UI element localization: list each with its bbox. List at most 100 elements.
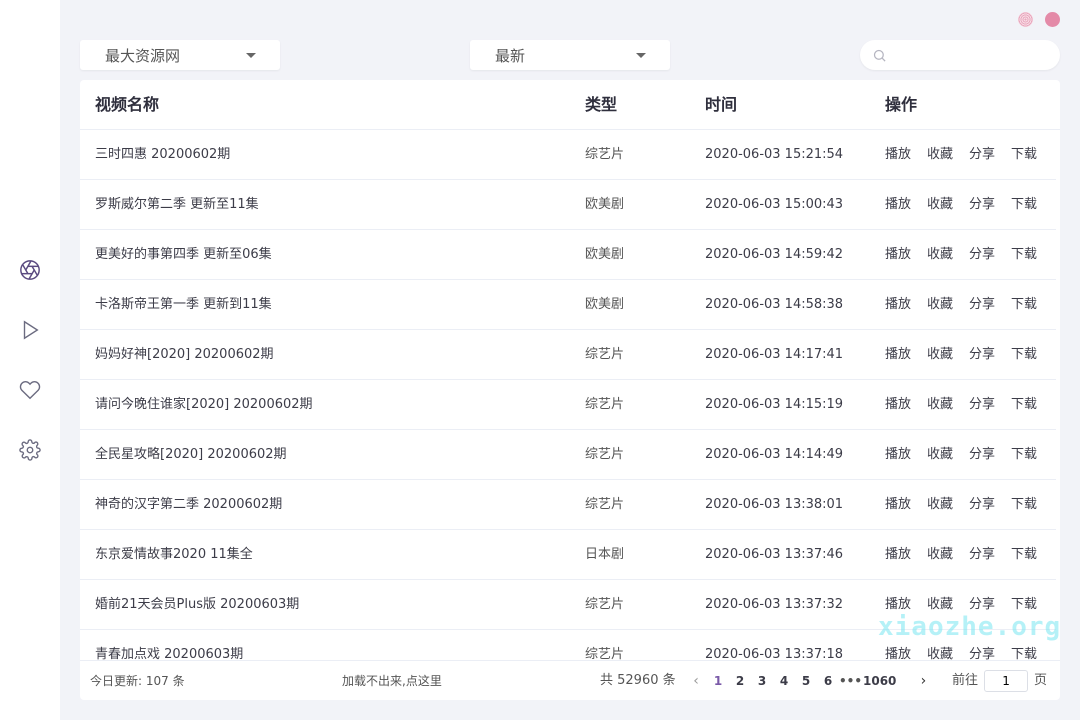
search-box[interactable]: [860, 40, 1060, 70]
table-row[interactable]: 更美好的事第四季 更新至06集 欧美剧 2020-06-03 14:59:42 播放收…: [80, 230, 1056, 280]
action-share[interactable]: 分享: [969, 630, 995, 660]
table-row[interactable]: 请问今晚住谁家[2020] 20200602期 综艺片 2020-06-03 14:…: [80, 380, 1056, 430]
table-row[interactable]: 罗斯威尔第二季 更新至11集 欧美剧 2020-06-03 15:00:43 播放 收藏…: [80, 180, 1056, 230]
action-play[interactable]: 播放: [885, 430, 911, 480]
action-play[interactable]: 播放: [885, 480, 911, 530]
video-time: 2020-06-03 15:00:43: [705, 197, 844, 212]
action-favorite[interactable]: 收藏: [927, 130, 953, 180]
action-play[interactable]: 播放: [885, 330, 911, 380]
table-row[interactable]: 青春加点戏 20200603期 综艺片 2020-06-03 13:37:18 播放收…: [80, 630, 1056, 660]
action-download[interactable]: 下载: [1011, 230, 1037, 280]
action-share[interactable]: 分享: [969, 530, 995, 580]
action-favorite[interactable]: 收藏: [927, 580, 953, 630]
more-pages-icon[interactable]: •••: [839, 661, 862, 701]
next-page-icon[interactable]: ›: [912, 661, 934, 701]
action-play[interactable]: 播放: [885, 230, 911, 280]
table-row[interactable]: 三时四惠 20200602期 综艺片 2020-06-03 15:21:54 播放 收藏…: [80, 130, 1056, 180]
action-favorite[interactable]: 收藏: [927, 380, 953, 430]
play-icon[interactable]: [18, 318, 42, 342]
action-share[interactable]: 分享: [969, 230, 995, 280]
page-1[interactable]: 1: [707, 661, 729, 701]
source-select-value: 最大资源网: [105, 46, 181, 65]
action-download[interactable]: 下载: [1011, 180, 1037, 230]
video-name[interactable]: 神奇的汉字第二季 20200602期: [95, 480, 282, 530]
video-name[interactable]: 全民星攻略[2020] 20200602期: [95, 430, 287, 480]
action-play[interactable]: 播放: [885, 630, 911, 660]
action-favorite[interactable]: 收藏: [927, 530, 953, 580]
page-2[interactable]: 2: [729, 661, 751, 701]
page-6[interactable]: 6: [817, 661, 839, 701]
minimize-button[interactable]: [1018, 12, 1033, 27]
action-download[interactable]: 下载: [1011, 480, 1037, 530]
gear-icon[interactable]: [18, 438, 42, 462]
video-name[interactable]: 三时四惠 20200602期: [95, 130, 230, 180]
table-row[interactable]: 全民星攻略[2020] 20200602期 综艺片 2020-06-03 14:14…: [80, 430, 1056, 480]
table-row[interactable]: 婚前21天会员Plus版 20200603期 综艺片 2020-06-03 13:3…: [80, 580, 1056, 630]
action-favorite[interactable]: 收藏: [927, 480, 953, 530]
action-play[interactable]: 播放: [885, 380, 911, 430]
video-name[interactable]: 更美好的事第四季 更新至06集: [95, 230, 272, 280]
header-name: 视频名称: [95, 95, 160, 114]
heart-icon[interactable]: [18, 378, 42, 402]
action-download[interactable]: 下载: [1011, 380, 1037, 430]
action-play[interactable]: 播放: [885, 580, 911, 630]
video-type: 日本剧: [585, 547, 625, 562]
goto-page-input[interactable]: [984, 670, 1029, 692]
aperture-icon[interactable]: [18, 258, 42, 282]
action-download[interactable]: 下载: [1011, 130, 1037, 180]
action-download[interactable]: 下载: [1011, 280, 1037, 330]
action-favorite[interactable]: 收藏: [927, 230, 953, 280]
action-favorite[interactable]: 收藏: [927, 330, 953, 380]
search-input[interactable]: [893, 47, 1053, 63]
prev-page-icon[interactable]: ‹: [685, 661, 707, 701]
action-share[interactable]: 分享: [969, 280, 995, 330]
page-5[interactable]: 5: [795, 661, 817, 701]
action-download[interactable]: 下载: [1011, 430, 1037, 480]
video-name[interactable]: 东京爱情故事2020 11集全: [95, 530, 253, 580]
action-share[interactable]: 分享: [969, 380, 995, 430]
video-type: 欧美剧: [585, 247, 625, 262]
reload-link[interactable]: 加载不出来,点这里: [342, 661, 442, 701]
action-download[interactable]: 下载: [1011, 530, 1037, 580]
table-row[interactable]: 妈妈好神[2020] 20200602期 综艺片 2020-06-03 14:17:…: [80, 330, 1056, 380]
sort-select[interactable]: 最新: [470, 40, 670, 70]
video-type: 综艺片: [585, 647, 625, 660]
page-3[interactable]: 3: [751, 661, 773, 701]
video-name[interactable]: 青春加点戏 20200603期: [95, 630, 243, 660]
action-favorite[interactable]: 收藏: [927, 180, 953, 230]
action-share[interactable]: 分享: [969, 430, 995, 480]
page-last[interactable]: 1060: [863, 661, 896, 701]
action-play[interactable]: 播放: [885, 280, 911, 330]
video-type: 综艺片: [585, 397, 625, 412]
video-time: 2020-06-03 14:59:42: [705, 247, 844, 262]
action-share[interactable]: 分享: [969, 330, 995, 380]
video-name[interactable]: 卡洛斯帝王第一季 更新到11集: [95, 280, 272, 330]
close-button[interactable]: [1045, 12, 1060, 27]
action-play[interactable]: 播放: [885, 530, 911, 580]
action-favorite[interactable]: 收藏: [927, 430, 953, 480]
action-share[interactable]: 分享: [969, 580, 995, 630]
action-share[interactable]: 分享: [969, 130, 995, 180]
action-favorite[interactable]: 收藏: [927, 280, 953, 330]
video-time: 2020-06-03 13:37:32: [705, 597, 844, 612]
table-row[interactable]: 神奇的汉字第二季 20200602期 综艺片 2020-06-03 13:38:01…: [80, 480, 1056, 530]
table-row[interactable]: 东京爱情故事2020 11集全 日本剧 2020-06-03 13:37:46 播放收…: [80, 530, 1056, 580]
action-favorite[interactable]: 收藏: [927, 630, 953, 660]
page-4[interactable]: 4: [773, 661, 795, 701]
action-download[interactable]: 下载: [1011, 330, 1037, 380]
action-download[interactable]: 下载: [1011, 630, 1037, 660]
action-share[interactable]: 分享: [969, 180, 995, 230]
video-name[interactable]: 婚前21天会员Plus版 20200603期: [95, 580, 299, 630]
video-name[interactable]: 妈妈好神[2020] 20200602期: [95, 330, 274, 380]
table-row[interactable]: 卡洛斯帝王第一季 更新到11集 欧美剧 2020-06-03 14:58:38 播放收…: [80, 280, 1056, 330]
action-play[interactable]: 播放: [885, 130, 911, 180]
pagination: ‹ 123456 ••• 1060 ›: [685, 661, 934, 701]
page-list: 123456: [707, 661, 839, 701]
action-share[interactable]: 分享: [969, 480, 995, 530]
video-type: 综艺片: [585, 147, 625, 162]
video-name[interactable]: 罗斯威尔第二季 更新至11集: [95, 180, 259, 230]
video-name[interactable]: 请问今晚住谁家[2020] 20200602期: [95, 380, 313, 430]
action-play[interactable]: 播放: [885, 180, 911, 230]
source-select[interactable]: 最大资源网: [80, 40, 280, 70]
action-download[interactable]: 下载: [1011, 580, 1037, 630]
